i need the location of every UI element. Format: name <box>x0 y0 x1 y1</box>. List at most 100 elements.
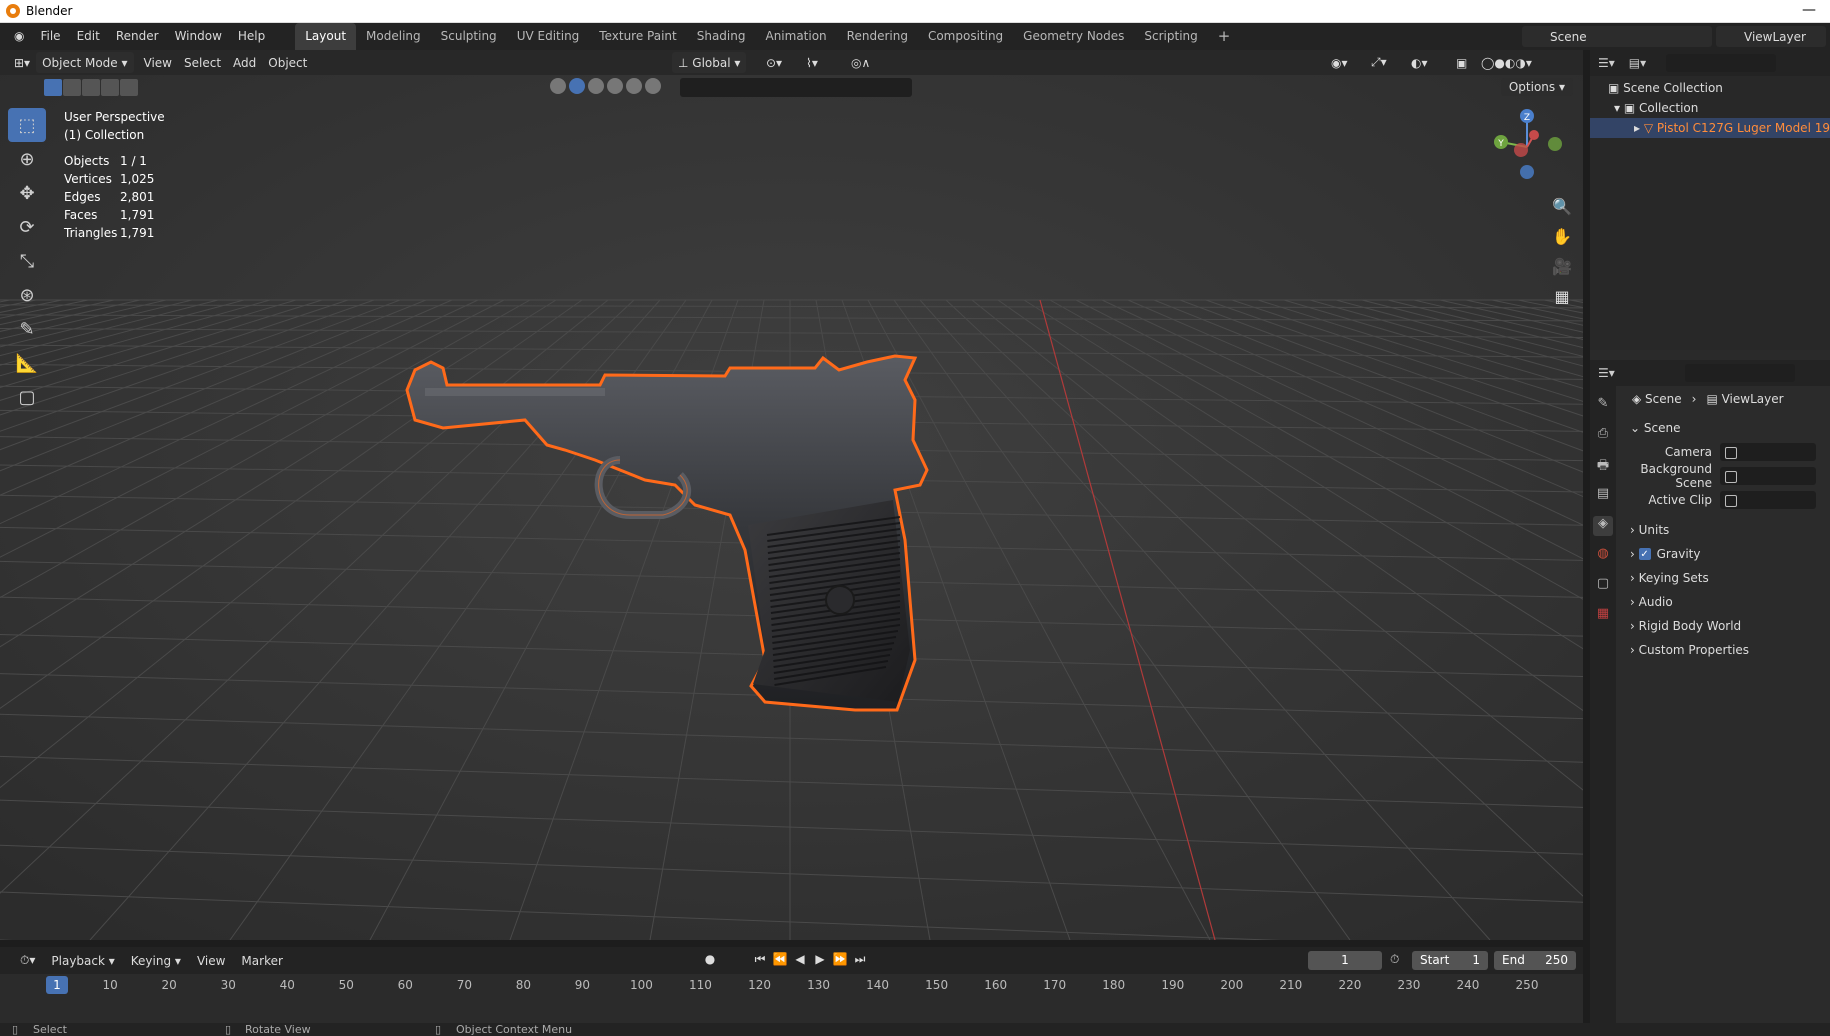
minimize-icon[interactable]: — <box>1802 2 1816 18</box>
pan-hand-icon[interactable]: ✋ <box>1548 222 1576 250</box>
snap-icon[interactable]: ⌇▾ <box>800 52 824 73</box>
cursor-tool-icon[interactable]: ⊕ <box>8 142 46 176</box>
zoom-icon[interactable]: 🔍 <box>1548 192 1576 220</box>
timeline-editor-type-icon[interactable]: ⏱▾ <box>12 953 43 968</box>
xray-icon[interactable]: ▣ <box>1450 52 1473 73</box>
ortho-grid-icon[interactable]: ▦ <box>1548 282 1576 310</box>
scale-tool-icon[interactable]: ⤡ <box>8 244 46 278</box>
navigation-gizmo[interactable]: Z Y <box>1485 102 1575 192</box>
pivot-icon[interactable]: ⊙▾ <box>760 52 788 73</box>
expand-arrow-icon[interactable]: ▸ <box>1634 121 1644 135</box>
panel-gravity[interactable]: › ✓ Gravity <box>1620 542 1830 566</box>
outliner-item-scene-collection[interactable]: ▣ Scene Collection <box>1590 78 1830 98</box>
tab-modeling[interactable]: Modeling <box>356 23 431 50</box>
menu-file[interactable]: File <box>32 23 68 50</box>
select-mode-subtract-icon[interactable] <box>82 79 100 96</box>
view-layer-selector[interactable]: ViewLayer <box>1716 26 1826 47</box>
background-scene-field[interactable]: Background Scene <box>1620 462 1830 490</box>
tab-rendering[interactable]: Rendering <box>837 23 918 50</box>
add-cube-tool-icon[interactable]: ▢ <box>8 380 46 414</box>
end-frame-field[interactable]: End 250 <box>1494 951 1576 970</box>
camera-value[interactable] <box>1720 443 1816 461</box>
orientation-dropdown[interactable]: ⊥ Global ▾ <box>672 52 747 73</box>
select-box-tool-icon[interactable]: ⬚ <box>8 108 46 142</box>
outliner-item-collection[interactable]: ▾ ▣ Collection <box>1590 98 1830 118</box>
world-tab-icon[interactable]: ◍ <box>1593 546 1613 566</box>
current-frame-marker[interactable]: 1 <box>46 976 68 994</box>
tab-animation[interactable]: Animation <box>755 23 836 50</box>
outliner-item-object[interactable]: ▸ ▽ Pistol C127G Luger Model 1938 <box>1590 118 1830 138</box>
play-reverse-icon[interactable]: ◀ <box>790 952 810 967</box>
select-mode-intersect-icon[interactable] <box>120 79 138 96</box>
3d-viewport[interactable]: ⊞▾ Object Mode ▾ View Select Add Object … <box>0 50 1583 940</box>
tab-texture-paint[interactable]: Texture Paint <box>589 23 686 50</box>
panel-scene[interactable]: ⌄ Scene <box>1620 416 1830 440</box>
next-keyframe-icon[interactable]: ⏩ <box>830 952 850 967</box>
render-tab-icon[interactable]: ⎙ <box>1593 426 1613 446</box>
tab-layout[interactable]: Layout <box>295 23 357 50</box>
menu-help[interactable]: Help <box>230 23 273 50</box>
menu-select[interactable]: Select <box>178 52 227 73</box>
mode-dropdown[interactable]: Object Mode ▾ <box>36 52 134 73</box>
rotate-tool-icon[interactable]: ⟳ <box>8 210 46 244</box>
tab-geometry-nodes[interactable]: Geometry Nodes <box>1013 23 1134 50</box>
transform-tool-icon[interactable]: ⊛ <box>8 278 46 312</box>
tab-scripting[interactable]: Scripting <box>1134 23 1207 50</box>
clock-icon[interactable]: ⏱ <box>1390 952 1399 967</box>
pistol-model[interactable] <box>395 310 1115 810</box>
view-layer-tab-icon[interactable]: ▤ <box>1593 486 1613 506</box>
menu-edit[interactable]: Edit <box>69 23 108 50</box>
filter-camera-icon[interactable] <box>645 78 661 94</box>
gizmo-toggle-icon[interactable]: ⤢▾ <box>1365 52 1393 73</box>
proportional-edit-icon[interactable]: ◎∧ <box>845 52 876 73</box>
measure-tool-icon[interactable]: 📐 <box>8 346 46 380</box>
scene-selector[interactable]: Scene <box>1522 26 1712 47</box>
options-button[interactable]: Options ▾ <box>1500 78 1573 96</box>
panel-custom-properties[interactable]: › Custom Properties <box>1620 638 1830 662</box>
menu-add[interactable]: Add <box>227 52 262 73</box>
texture-tab-icon[interactable]: ▦ <box>1593 606 1613 626</box>
outliner-search-input[interactable] <box>1666 54 1777 72</box>
timeline-menu-view[interactable]: View <box>189 954 233 968</box>
prev-keyframe-icon[interactable]: ⏪ <box>770 952 790 967</box>
camera-field[interactable]: Camera <box>1620 440 1830 464</box>
timeline-menu-keying[interactable]: Keying ▾ <box>123 954 189 968</box>
background-scene-value[interactable] <box>1720 467 1816 485</box>
blender-menu-icon[interactable]: ◉ <box>6 23 32 50</box>
filter-world-icon[interactable] <box>626 78 642 94</box>
select-mode-invert-icon[interactable] <box>101 79 119 96</box>
tab-shading[interactable]: Shading <box>687 23 756 50</box>
expand-arrow-icon[interactable]: ▾ <box>1614 101 1624 115</box>
properties-editor-icon[interactable]: ☰▾ <box>1598 366 1615 380</box>
tool-tab-icon[interactable]: ✎ <box>1593 396 1613 416</box>
frame-ruler[interactable]: 1 10 20 30 40 50 60 70 80 90 100 110 120 130 140 150 160… <box>0 974 1583 998</box>
output-tab-icon[interactable]: 🖶 <box>1593 456 1613 476</box>
start-frame-field[interactable]: Start 1 <box>1412 951 1488 970</box>
visibility-icon[interactable]: ◉▾ <box>1325 52 1354 73</box>
overlay-toggle-icon[interactable]: ◐▾ <box>1405 52 1434 73</box>
tab-uv-editing[interactable]: UV Editing <box>507 23 590 50</box>
select-mode-extend-icon[interactable] <box>63 79 81 96</box>
shading-modes-icon[interactable]: ◯●◐◑▾ <box>1475 52 1538 73</box>
filter-mesh-icon[interactable] <box>569 78 585 94</box>
panel-units[interactable]: › Units <box>1620 518 1830 542</box>
panel-audio[interactable]: › Audio <box>1620 590 1830 614</box>
active-clip-field[interactable]: Active Clip <box>1620 488 1830 512</box>
display-mode-icon[interactable]: ▤▾ <box>1629 56 1646 70</box>
move-tool-icon[interactable]: ✥ <box>8 176 46 210</box>
outliner-editor-icon[interactable]: ☰▾ <box>1598 56 1615 70</box>
panel-keying-sets[interactable]: › Keying Sets <box>1620 566 1830 590</box>
timeline-menu-marker[interactable]: Marker <box>233 954 290 968</box>
filter-object-icon[interactable] <box>550 78 566 94</box>
viewport-search-input[interactable] <box>680 78 912 97</box>
menu-window[interactable]: Window <box>167 23 230 50</box>
jump-end-icon[interactable]: ⏭ <box>850 952 870 967</box>
timeline-menu-playback[interactable]: Playback ▾ <box>43 954 122 968</box>
active-clip-value[interactable] <box>1720 491 1816 509</box>
properties-search-input[interactable] <box>1684 364 1795 382</box>
record-icon[interactable]: ● <box>700 952 720 967</box>
panel-rigid-body-world[interactable]: › Rigid Body World <box>1620 614 1830 638</box>
annotate-tool-icon[interactable]: ✎ <box>8 312 46 346</box>
tab-compositing[interactable]: Compositing <box>918 23 1013 50</box>
camera-view-icon[interactable]: 🎥 <box>1548 252 1576 280</box>
